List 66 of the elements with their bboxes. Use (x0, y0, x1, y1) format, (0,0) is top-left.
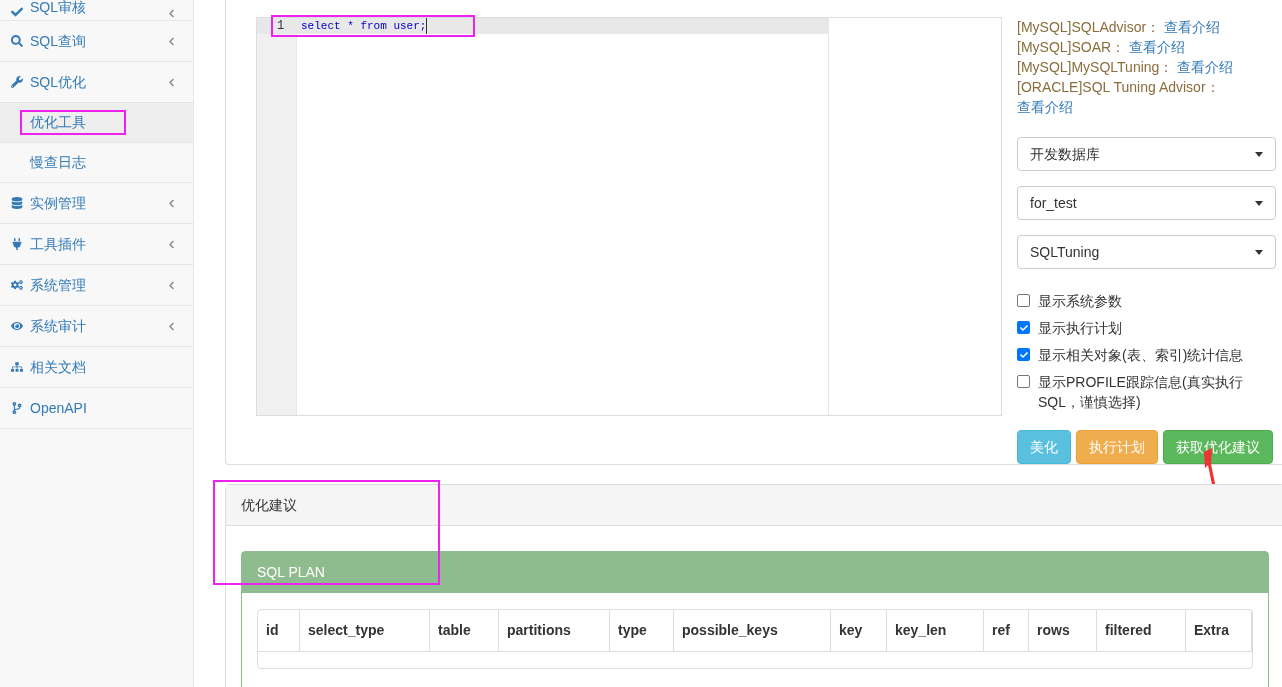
intro-link[interactable]: 查看介绍 (1177, 59, 1234, 75)
sidebar-label: OpenAPI (30, 398, 87, 418)
sidebar-label: 系统审计 (30, 316, 86, 336)
column-header: possible_keys (674, 610, 831, 652)
column-header: key (831, 610, 887, 652)
column-header: select_type (300, 610, 430, 652)
checkbox-label: 显示PROFILE跟踪信息(真实执行SQL，谨慎选择) (1038, 373, 1244, 412)
check-icon (1019, 350, 1028, 359)
tool-description: [MySQL]MySQLTuning： 查看介绍 (1017, 58, 1235, 77)
sidebar-label: 实例管理 (30, 193, 86, 213)
intro-link[interactable]: 查看介绍 (1129, 39, 1186, 55)
caret-icon (1255, 200, 1263, 206)
column-header: table (430, 610, 499, 652)
plan-title: SQL PLAN (257, 563, 325, 582)
intro-link[interactable]: 查看介绍 (1164, 19, 1221, 35)
sidebar-item[interactable]: 系统管理 (0, 265, 193, 306)
column-header: rows (1029, 610, 1097, 652)
select-dropdown[interactable]: for_test (1017, 186, 1276, 220)
column-header: Extra (1186, 610, 1252, 652)
checkbox-label: 显示执行计划 (1038, 319, 1122, 338)
eye-icon (11, 320, 26, 332)
sidebar-label: SQL审核 (30, 0, 86, 17)
submenu-item[interactable]: 慢查日志 (0, 143, 193, 183)
checkbox[interactable] (1017, 321, 1030, 334)
sidebar-item[interactable]: OpenAPI (0, 388, 193, 429)
panel-title: 优化建议 (241, 495, 297, 515)
column-header: type (610, 610, 674, 652)
sidebar-item[interactable]: 实例管理 (0, 183, 193, 224)
tool-description: [ORACLE]SQL Tuning Advisor： 查看介绍 (1017, 78, 1221, 117)
column-header: id (258, 610, 300, 652)
sidebar-label: SQL查询 (30, 31, 86, 51)
submenu-item[interactable]: 优化工具 (0, 103, 193, 143)
caret-icon (1255, 151, 1263, 157)
sidebar-item[interactable]: 工具插件 (0, 224, 193, 265)
line-number: 1 (257, 18, 296, 34)
column-header: filtered (1097, 610, 1186, 652)
checkbox[interactable] (1017, 348, 1030, 361)
sidebar-label: 相关文档 (30, 357, 86, 377)
code-line: select * from user; (301, 18, 428, 34)
sidebar-label: 工具插件 (30, 234, 86, 254)
checkbox-label: 显示相关对象(表、索引)统计信息 (1038, 346, 1244, 365)
caret-icon (1255, 249, 1263, 255)
sidebar-item[interactable]: SQL审核 (0, 0, 193, 21)
sidebar-item[interactable]: SQL查询 (0, 21, 193, 62)
tool-description: [MySQL]SOAR： 查看介绍 (1017, 38, 1187, 57)
check-icon (1019, 323, 1028, 332)
column-header: key_len (887, 610, 984, 652)
sidebar-label: 系统管理 (30, 275, 86, 295)
checkbox[interactable] (1017, 375, 1030, 388)
tool-description: [MySQL]SQLAdvisor： 查看介绍 (1017, 18, 1222, 37)
select-dropdown[interactable]: 开发数据库 (1017, 137, 1276, 171)
sidebar-item[interactable]: 系统审计 (0, 306, 193, 347)
select-dropdown[interactable]: SQLTuning (1017, 235, 1276, 269)
check-icon (11, 6, 26, 18)
intro-link[interactable]: 查看介绍 (1017, 99, 1073, 115)
column-header: ref (984, 610, 1029, 652)
gears-icon (11, 279, 26, 291)
checkbox[interactable] (1017, 294, 1030, 307)
search-icon (11, 35, 26, 47)
checkbox-label: 显示系统参数 (1038, 292, 1122, 311)
wrench-icon (11, 76, 26, 88)
sidebar-label: SQL优化 (30, 72, 86, 92)
column-header: partitions (499, 610, 610, 652)
sitemap-icon (11, 361, 26, 373)
sidebar-item[interactable]: 相关文档 (0, 347, 193, 388)
code-editor[interactable]: 1 select * from user; (256, 17, 1002, 416)
